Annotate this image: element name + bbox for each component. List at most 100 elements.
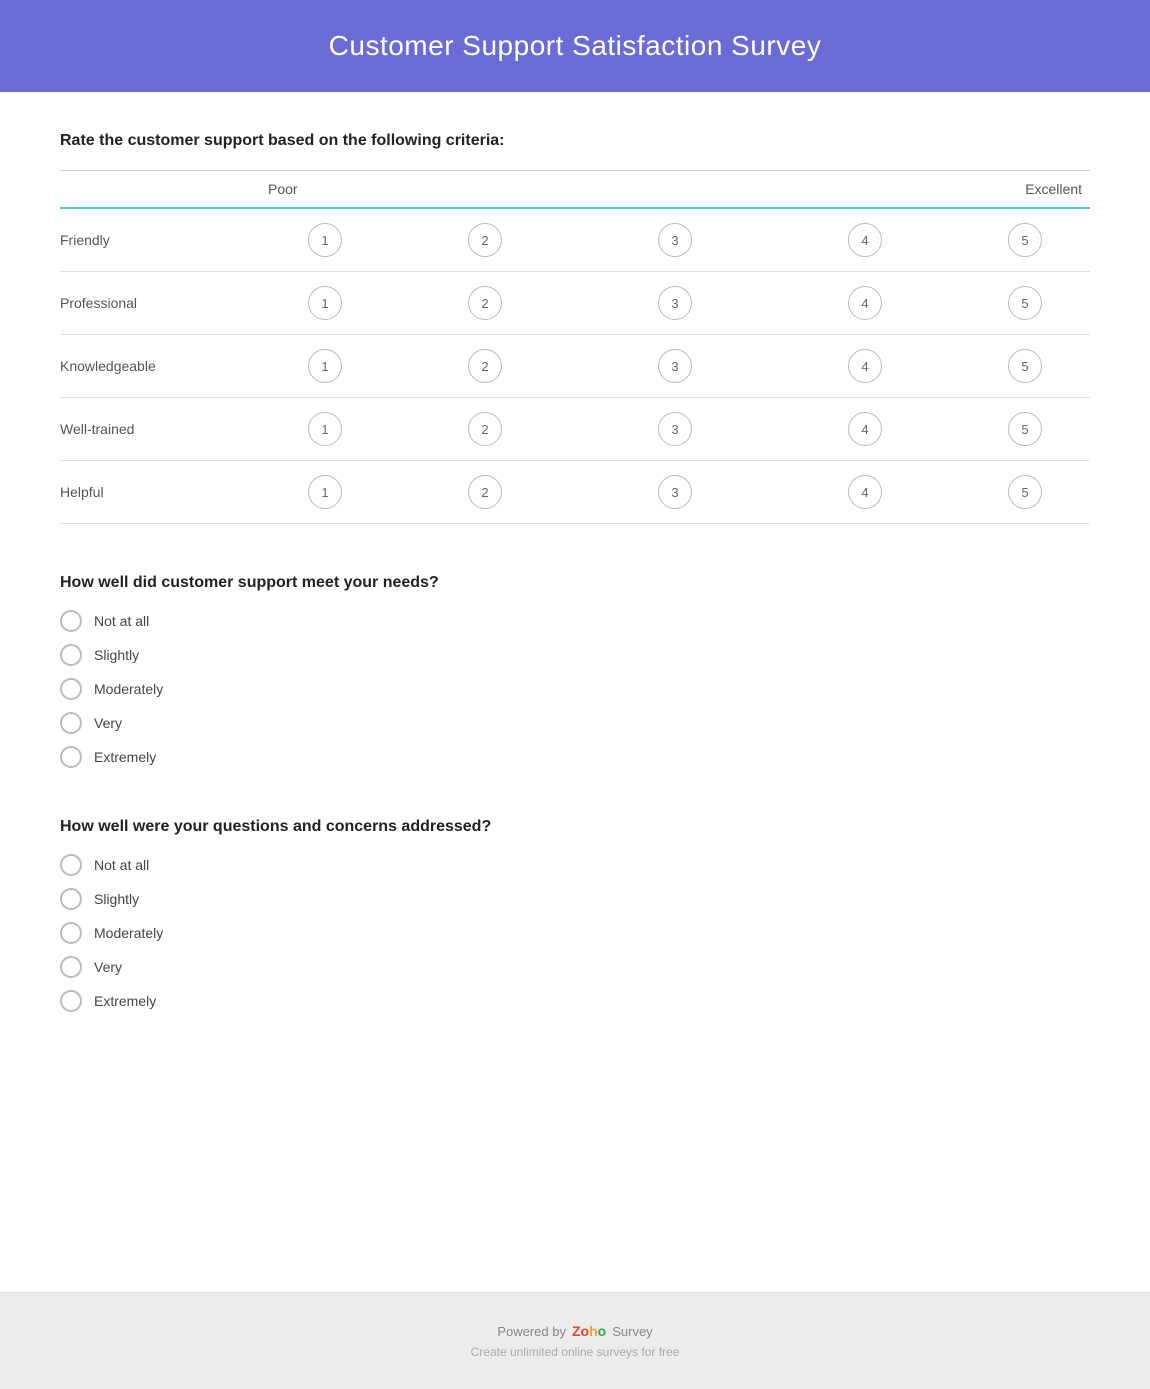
rating-radio-4[interactable]: 4: [848, 223, 882, 257]
table-row: Friendly 1 2 3 4 5: [60, 208, 1090, 272]
rating-radio-5[interactable]: 5: [1008, 475, 1042, 509]
radio-cell[interactable]: 4: [770, 208, 960, 272]
rating-radio-1[interactable]: 1: [308, 475, 342, 509]
radio-button[interactable]: [60, 610, 82, 632]
question1-options: Not at all Slightly Moderately Very Extremel…: [60, 610, 1090, 768]
radio-cell[interactable]: 5: [960, 398, 1090, 461]
radio-cell[interactable]: 2: [390, 208, 580, 272]
rating-radio-4[interactable]: 4: [848, 286, 882, 320]
radio-cell[interactable]: 1: [260, 272, 390, 335]
rating-radio-3[interactable]: 3: [658, 412, 692, 446]
radio-button[interactable]: [60, 990, 82, 1012]
rating-radio-5[interactable]: 5: [1008, 223, 1042, 257]
radio-cell[interactable]: 5: [960, 461, 1090, 524]
radio-label: Very: [94, 959, 122, 975]
rating-radio-4[interactable]: 4: [848, 475, 882, 509]
radio-cell[interactable]: 2: [390, 461, 580, 524]
radio-cell[interactable]: 4: [770, 398, 960, 461]
list-item[interactable]: Slightly: [60, 888, 1090, 910]
radio-button[interactable]: [60, 712, 82, 734]
list-item[interactable]: Moderately: [60, 922, 1090, 944]
rating-radio-1[interactable]: 1: [308, 286, 342, 320]
rating-radio-2[interactable]: 2: [468, 223, 502, 257]
rating-radio-5[interactable]: 5: [1008, 349, 1042, 383]
rating-section: Rate the customer support based on the f…: [60, 132, 1090, 524]
col-criteria: [60, 171, 260, 209]
rating-section-label: Rate the customer support based on the f…: [60, 132, 1090, 150]
radio-label: Moderately: [94, 681, 163, 697]
radio-label: Extremely: [94, 749, 156, 765]
radio-button[interactable]: [60, 746, 82, 768]
radio-cell[interactable]: 2: [390, 272, 580, 335]
rating-radio-1[interactable]: 1: [308, 412, 342, 446]
table-row: Knowledgeable12345: [60, 335, 1090, 398]
list-item[interactable]: Extremely: [60, 746, 1090, 768]
row-label: Professional: [60, 272, 260, 335]
footer-tagline: Create unlimited online surveys for free: [20, 1345, 1130, 1359]
radio-cell[interactable]: 3: [580, 398, 770, 461]
list-item[interactable]: Not at all: [60, 610, 1090, 632]
rating-radio-3[interactable]: 3: [658, 223, 692, 257]
radio-cell[interactable]: 5: [960, 208, 1090, 272]
radio-cell[interactable]: 4: [770, 272, 960, 335]
list-item[interactable]: Very: [60, 712, 1090, 734]
radio-label: Slightly: [94, 891, 139, 907]
rating-radio-5[interactable]: 5: [1008, 286, 1042, 320]
rating-radio-3[interactable]: 3: [658, 349, 692, 383]
radio-button[interactable]: [60, 854, 82, 876]
radio-button[interactable]: [60, 644, 82, 666]
zoho-o2: o: [598, 1323, 607, 1339]
radio-label: Moderately: [94, 925, 163, 941]
radio-cell[interactable]: 4: [770, 461, 960, 524]
rating-radio-3[interactable]: 3: [658, 475, 692, 509]
radio-cell[interactable]: 3: [580, 208, 770, 272]
radio-cell[interactable]: 1: [260, 208, 390, 272]
radio-label: Slightly: [94, 647, 139, 663]
radio-cell[interactable]: 5: [960, 335, 1090, 398]
radio-cell[interactable]: 1: [260, 398, 390, 461]
radio-cell[interactable]: 2: [390, 398, 580, 461]
footer: Powered by Zoho Survey Create unlimited …: [0, 1292, 1150, 1389]
row-label: Well-trained: [60, 398, 260, 461]
list-item[interactable]: Moderately: [60, 678, 1090, 700]
powered-by-text: Powered by: [497, 1324, 566, 1339]
rating-radio-4[interactable]: 4: [848, 349, 882, 383]
brand-suffix: Survey: [612, 1324, 652, 1339]
radio-cell[interactable]: 3: [580, 335, 770, 398]
radio-cell[interactable]: 1: [260, 335, 390, 398]
list-item[interactable]: Slightly: [60, 644, 1090, 666]
zoho-logo: Zoho: [572, 1323, 606, 1339]
rating-radio-5[interactable]: 5: [1008, 412, 1042, 446]
row-label: Friendly: [60, 208, 260, 272]
question2-section: How well were your questions and concern…: [60, 818, 1090, 1012]
rating-radio-3[interactable]: 3: [658, 286, 692, 320]
footer-powered-by: Powered by Zoho Survey: [20, 1323, 1130, 1339]
rating-radio-2[interactable]: 2: [468, 412, 502, 446]
radio-button[interactable]: [60, 956, 82, 978]
radio-label: Not at all: [94, 613, 149, 629]
radio-label: Very: [94, 715, 122, 731]
question1-section: How well did customer support meet your …: [60, 574, 1090, 768]
zoho-h: h: [589, 1323, 598, 1339]
col-excellent: Excellent: [960, 171, 1090, 209]
rating-radio-2[interactable]: 2: [468, 349, 502, 383]
radio-button[interactable]: [60, 888, 82, 910]
radio-cell[interactable]: 1: [260, 461, 390, 524]
rating-radio-1[interactable]: 1: [308, 223, 342, 257]
radio-cell[interactable]: 3: [580, 272, 770, 335]
list-item[interactable]: Extremely: [60, 990, 1090, 1012]
list-item[interactable]: Not at all: [60, 854, 1090, 876]
radio-button[interactable]: [60, 922, 82, 944]
table-row: Well-trained 1 2 3 4 5: [60, 398, 1090, 461]
radio-cell[interactable]: 4: [770, 335, 960, 398]
radio-cell[interactable]: 5: [960, 272, 1090, 335]
rating-radio-4[interactable]: 4: [848, 412, 882, 446]
table-row: Professional 1 2 3 4 5: [60, 272, 1090, 335]
rating-radio-2[interactable]: 2: [468, 475, 502, 509]
radio-button[interactable]: [60, 678, 82, 700]
radio-cell[interactable]: 3: [580, 461, 770, 524]
radio-cell[interactable]: 2: [390, 335, 580, 398]
rating-radio-2[interactable]: 2: [468, 286, 502, 320]
rating-radio-1[interactable]: 1: [308, 349, 342, 383]
list-item[interactable]: Very: [60, 956, 1090, 978]
